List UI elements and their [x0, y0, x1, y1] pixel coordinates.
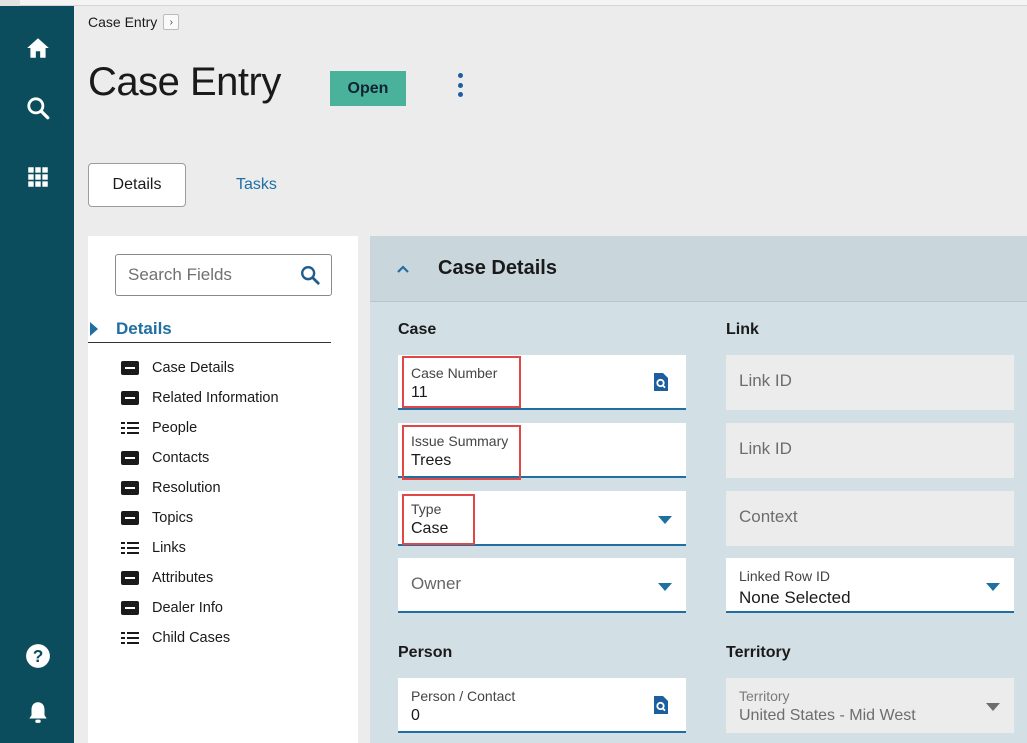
- list-item-label: Links: [152, 540, 186, 556]
- card-icon: [121, 481, 139, 495]
- territory-select[interactable]: Territory United States - Mid West: [726, 678, 1014, 733]
- page-title: Case Entry: [88, 60, 281, 104]
- context-field[interactable]: Context: [726, 491, 1014, 546]
- list-item-label: Topics: [152, 510, 194, 526]
- help-icon[interactable]: ?: [22, 640, 54, 672]
- group-label-link: Link: [726, 321, 759, 338]
- section-title: Case Details: [438, 257, 557, 279]
- person-contact-value: 0: [411, 707, 420, 724]
- list-item-label: Attributes: [152, 570, 214, 586]
- svg-text:?: ?: [33, 646, 44, 666]
- issue-summary-label: Issue Summary: [411, 433, 509, 449]
- linked-row-id-label: Linked Row ID: [739, 568, 831, 584]
- case-details-form: Case Details Case Link Case Number 11 Is…: [370, 236, 1027, 743]
- card-icon: [121, 361, 139, 375]
- case-number-label: Case Number: [411, 365, 498, 381]
- lookup-icon[interactable]: [652, 373, 668, 391]
- search-fields-input[interactable]: [128, 265, 288, 285]
- territory-label: Territory: [739, 688, 790, 704]
- bell-icon[interactable]: [22, 696, 54, 728]
- type-value: Case: [411, 520, 449, 537]
- person-contact-label: Person / Contact: [411, 688, 516, 704]
- chevron-down-icon[interactable]: [986, 583, 1000, 591]
- field-nav-attributes[interactable]: Attributes: [121, 563, 279, 593]
- field-nav-contacts[interactable]: Contacts: [121, 443, 279, 473]
- field-nav-case-details[interactable]: Case Details: [121, 353, 279, 383]
- field-nav-related-information[interactable]: Related Information: [121, 383, 279, 413]
- list-item-label: People: [152, 420, 198, 436]
- list-item-label: Contacts: [152, 450, 210, 466]
- owner-select[interactable]: Owner: [398, 558, 686, 613]
- list-item-label: Case Details: [152, 360, 235, 376]
- breadcrumb-label[interactable]: Case Entry: [88, 14, 157, 30]
- window-top-edge: [0, 0, 1027, 6]
- tab-tasks[interactable]: Tasks: [236, 176, 277, 194]
- chevron-down-icon[interactable]: [658, 583, 672, 591]
- home-icon[interactable]: [22, 32, 54, 64]
- section-header-case-details[interactable]: Case Details: [370, 236, 1027, 302]
- field-nav-resolution[interactable]: Resolution: [121, 473, 279, 503]
- field-navigator: Details Case Details Related Information…: [88, 236, 358, 743]
- search-fields-box: [115, 254, 332, 296]
- list-icon: [121, 541, 139, 555]
- territory-value: United States - Mid West: [739, 707, 916, 724]
- caret-right-icon: [90, 322, 98, 336]
- list-item-label: Resolution: [152, 480, 221, 496]
- list-icon: [121, 421, 139, 435]
- card-icon: [121, 571, 139, 585]
- field-nav-list: Case Details Related Information People …: [121, 353, 279, 653]
- list-item-label: Related Information: [152, 390, 279, 406]
- field-nav-links[interactable]: Links: [121, 533, 279, 563]
- apps-grid-icon[interactable]: [22, 161, 54, 193]
- link-id-field-1[interactable]: Link ID: [726, 355, 1014, 410]
- link-id-placeholder: Link ID: [739, 439, 792, 458]
- field-nav-dealer-info[interactable]: Dealer Info: [121, 593, 279, 623]
- link-id-placeholder: Link ID: [739, 371, 792, 390]
- more-actions-icon[interactable]: [452, 70, 468, 100]
- list-item-label: Dealer Info: [152, 600, 223, 616]
- field-nav-child-cases[interactable]: Child Cases: [121, 623, 279, 653]
- type-label: Type: [411, 501, 442, 517]
- context-placeholder: Context: [739, 507, 798, 526]
- breadcrumb: Case Entry ›: [88, 14, 180, 30]
- tree-section-label: Details: [116, 319, 172, 338]
- field-nav-people[interactable]: People: [121, 413, 279, 443]
- lookup-icon[interactable]: [652, 696, 668, 714]
- list-icon: [121, 631, 139, 645]
- breadcrumb-chevron-icon[interactable]: ›: [163, 14, 180, 30]
- group-label-case: Case: [398, 321, 437, 338]
- search-icon[interactable]: [22, 92, 54, 124]
- case-number-value: 11: [411, 384, 428, 401]
- link-id-field-2[interactable]: Link ID: [726, 423, 1014, 478]
- group-label-territory: Territory: [726, 644, 791, 661]
- person-contact-field[interactable]: Person / Contact 0: [398, 678, 686, 733]
- chevron-up-icon[interactable]: [396, 262, 410, 276]
- issue-summary-value: Trees: [411, 452, 452, 469]
- tree-section-details[interactable]: Details: [88, 316, 331, 343]
- card-icon: [121, 511, 139, 525]
- chevron-down-icon[interactable]: [658, 516, 672, 524]
- list-item-label: Child Cases: [152, 630, 231, 646]
- type-select[interactable]: Type Case: [398, 491, 686, 546]
- card-icon: [121, 601, 139, 615]
- group-label-person: Person: [398, 644, 453, 661]
- linked-row-id-select[interactable]: Linked Row ID None Selected: [726, 558, 1014, 613]
- status-badge: Open: [330, 71, 406, 106]
- issue-summary-field[interactable]: Issue Summary Trees: [398, 423, 686, 478]
- card-icon: [121, 451, 139, 465]
- linked-row-id-value: None Selected: [739, 588, 851, 607]
- field-nav-topics[interactable]: Topics: [121, 503, 279, 533]
- tab-details[interactable]: Details: [88, 163, 186, 207]
- chevron-down-icon[interactable]: [986, 703, 1000, 711]
- card-icon: [121, 391, 139, 405]
- owner-placeholder: Owner: [411, 574, 462, 593]
- search-icon[interactable]: [299, 264, 321, 286]
- case-number-field[interactable]: Case Number 11: [398, 355, 686, 410]
- side-navigation: ?: [0, 6, 74, 743]
